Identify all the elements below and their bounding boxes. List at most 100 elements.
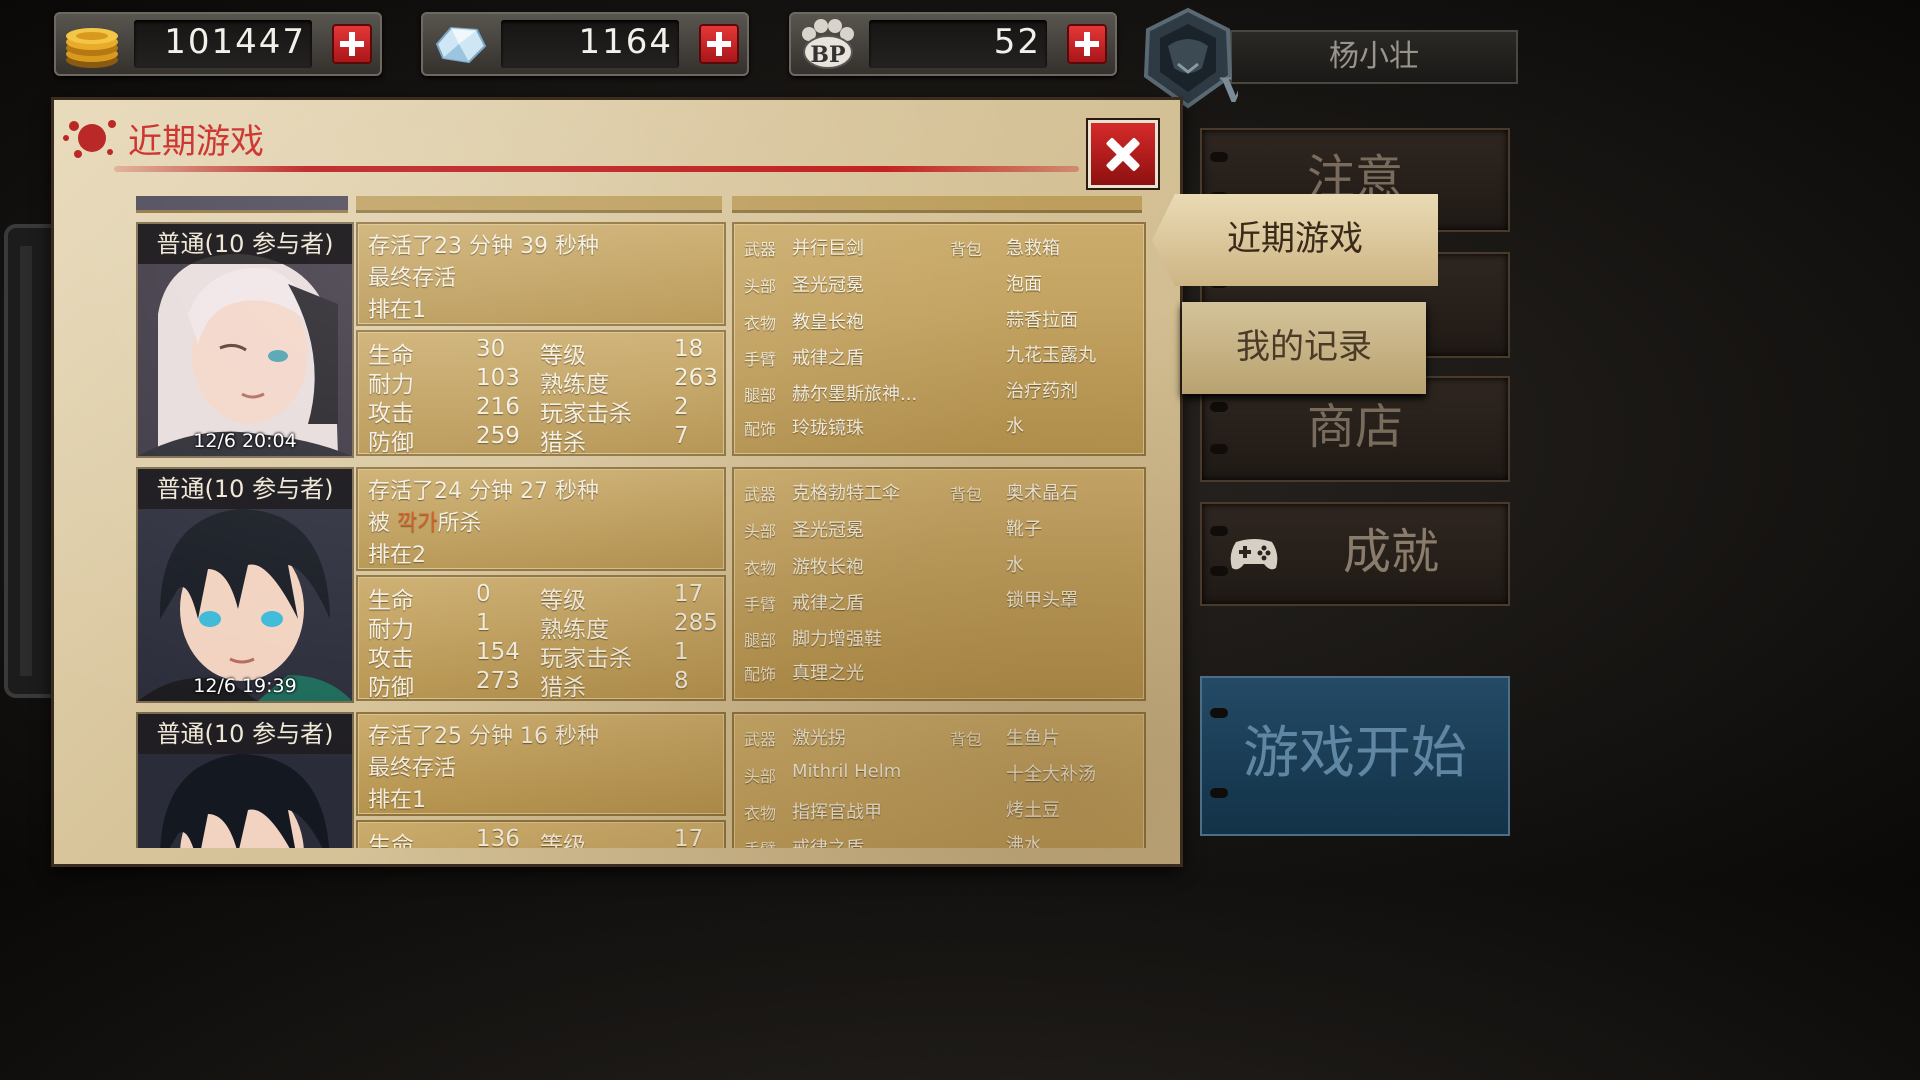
equipment-box: 武器 激光拐 背包 头部 Mithril Helm 衣物 指挥官战甲 手臂 戒律…: [732, 712, 1146, 848]
head-value: Mithril Helm: [792, 761, 902, 782]
game-mode: 普通(10 参与者): [138, 224, 352, 264]
bag-item: 水: [1006, 416, 1024, 437]
survival-time: 存活了25 分钟 16 秒种: [368, 724, 599, 749]
bag-item: 泡面: [1006, 274, 1042, 295]
clothes-label: 衣物: [744, 314, 777, 333]
weapon-label: 武器: [744, 730, 777, 749]
weapon-label: 武器: [744, 240, 777, 259]
stats-box: 生命 136 等级 17: [356, 820, 726, 848]
equipment-box: 武器 克格勃特工伞 背包 头部 圣光冠冕 衣物 游牧长袍 手臂 戒律之盾 腿部 …: [732, 467, 1146, 701]
proficiency-value: 285: [674, 610, 718, 636]
shop-label: 商店: [1306, 399, 1403, 455]
leg-value: 脚力增强鞋: [792, 629, 882, 650]
leg-label: 腿部: [744, 631, 777, 650]
bag-item: 奥术晶石: [1006, 483, 1078, 504]
weapon-value: 激光拐: [792, 728, 846, 749]
gold-coins-icon: [66, 28, 118, 68]
survival-time: 存活了24 分钟 27 秒种: [368, 479, 599, 504]
head-value: 圣光冠冕: [792, 275, 864, 296]
death-text: 被 깍가所杀: [368, 511, 482, 536]
hp-value: 0: [476, 581, 491, 607]
arm-label: 手臂: [744, 595, 777, 614]
record-entry[interactable]: 普通(10 参与者) 12/6 19:39 存活了24 分钟 27 秒种 被 깍…: [136, 467, 1146, 703]
title-underline: [114, 166, 1079, 172]
game-mode: 普通(10 参与者): [138, 714, 352, 754]
clothes-value: 教皇长袍: [792, 312, 864, 333]
character-portrait: 普通(10 参与者) 12/6 19:39: [136, 467, 354, 703]
head-value: 圣光冠冕: [792, 520, 864, 541]
rank-text: 排在1: [368, 298, 426, 323]
summary-box: 存活了23 分钟 39 秒种 最终存活 排在1: [356, 222, 726, 326]
menu-achievements[interactable]: 成就: [1200, 502, 1510, 606]
character-portrait: 普通(10 参与者): [136, 712, 354, 848]
bp-value: 52: [993, 22, 1041, 62]
result-text: 最终存活: [368, 756, 457, 781]
hunt-kills-label: 猎杀: [540, 430, 586, 456]
head-label: 头部: [744, 277, 777, 296]
defense-label: 防御: [368, 430, 414, 456]
player-name[interactable]: 杨小壮: [1230, 30, 1518, 84]
recent-games-panel: 近期游戏 普通(10 参与者) 12/6 20:04 存活了23 分钟 39 秒…: [54, 100, 1180, 864]
add-gold-button[interactable]: [332, 24, 372, 64]
stamina-value: 103: [476, 365, 520, 391]
previous-entry-peek: [136, 196, 1146, 213]
record-entry[interactable]: 普通(10 参与者) 12/6 20:04 存活了23 分钟 39 秒种 最终存…: [136, 222, 1146, 458]
bag-item: 沸水: [1006, 835, 1042, 848]
bp-counter: BP 52: [789, 12, 1117, 76]
start-game-button[interactable]: 游戏开始: [1200, 676, 1510, 836]
gold-counter: 101447: [54, 12, 382, 76]
bag-item: 生鱼片: [1006, 728, 1060, 749]
svg-text:BP: BP: [810, 42, 845, 68]
records-list[interactable]: 普通(10 参与者) 12/6 20:04 存活了23 分钟 39 秒种 最终存…: [136, 196, 1146, 848]
level-value: 17: [674, 826, 704, 848]
arm-value: 戒律之盾: [792, 348, 864, 369]
bag-item: 锁甲头罩: [1006, 590, 1078, 611]
bag-item: 蒜香拉面: [1006, 310, 1078, 331]
player-kills-value: 1: [674, 639, 689, 665]
killer-name[interactable]: 깍가: [397, 511, 437, 536]
bag-item: 治疗药剂: [1006, 381, 1078, 402]
close-button[interactable]: [1088, 120, 1158, 188]
start-label: 游戏开始: [1243, 721, 1467, 786]
hp-label: 生命: [368, 833, 414, 848]
backpack-label: 背包: [950, 485, 983, 504]
tab-recent-games[interactable]: 近期游戏: [1152, 194, 1438, 286]
summary-box: 存活了24 分钟 27 秒种 被 깍가所杀 排在2: [356, 467, 726, 571]
equipment-box: 武器 并行巨剑 背包 头部 圣光冠冕 衣物 教皇长袍 手臂 戒律之盾 腿部 赫尔…: [732, 222, 1146, 456]
game-date: 12/6 20:04: [193, 430, 297, 452]
game-date: 12/6 19:39: [193, 675, 297, 697]
gold-value: 101447: [164, 22, 306, 62]
arm-value: 戒律之盾: [792, 834, 864, 848]
backpack-label: 背包: [950, 240, 983, 259]
hp-value: 30: [476, 336, 506, 362]
hunt-kills-value: 7: [674, 423, 689, 449]
rank-badge-icon[interactable]: V: [1138, 6, 1238, 110]
stats-box: 生命 30 等级 18 耐力 103 熟练度 263 攻击 216 玩家击杀 2…: [356, 330, 726, 456]
bag-item: 十全大补汤: [1006, 764, 1096, 785]
bag-item: 靴子: [1006, 519, 1042, 540]
add-diamond-button[interactable]: [699, 24, 739, 64]
hunt-kills-label: 猎杀: [540, 675, 586, 701]
blood-splatter-icon: [63, 120, 116, 158]
arm-label: 手臂: [744, 350, 777, 369]
rank-text: 排在1: [368, 788, 426, 813]
hunt-kills-value: 8: [674, 668, 689, 694]
level-label: 等级: [540, 833, 586, 848]
attack-value: 154: [476, 639, 520, 665]
defense-label: 防御: [368, 675, 414, 701]
bag-item: 九花玉露丸: [1006, 345, 1096, 366]
arm-value: 戒律之盾: [792, 593, 864, 614]
survival-time: 存活了23 分钟 39 秒种: [368, 234, 599, 259]
leg-label: 腿部: [744, 386, 777, 405]
game-mode: 普通(10 参与者): [138, 469, 352, 509]
svg-text:V: V: [1219, 71, 1238, 110]
tab-my-records[interactable]: 我的记录: [1182, 302, 1426, 394]
add-bp-button[interactable]: [1067, 24, 1107, 64]
diamond-icon: [435, 26, 487, 64]
record-entry[interactable]: 普通(10 参与者) 存活了25 分钟 16 秒种 最终存活 排在1 生命 13…: [136, 712, 1146, 848]
clothes-value: 指挥官战甲: [792, 802, 882, 823]
stamina-value: 1: [476, 610, 491, 636]
backpack-label: 背包: [950, 730, 983, 749]
accessory-label: 配饰: [744, 420, 777, 439]
bag-item: 水: [1006, 555, 1024, 576]
